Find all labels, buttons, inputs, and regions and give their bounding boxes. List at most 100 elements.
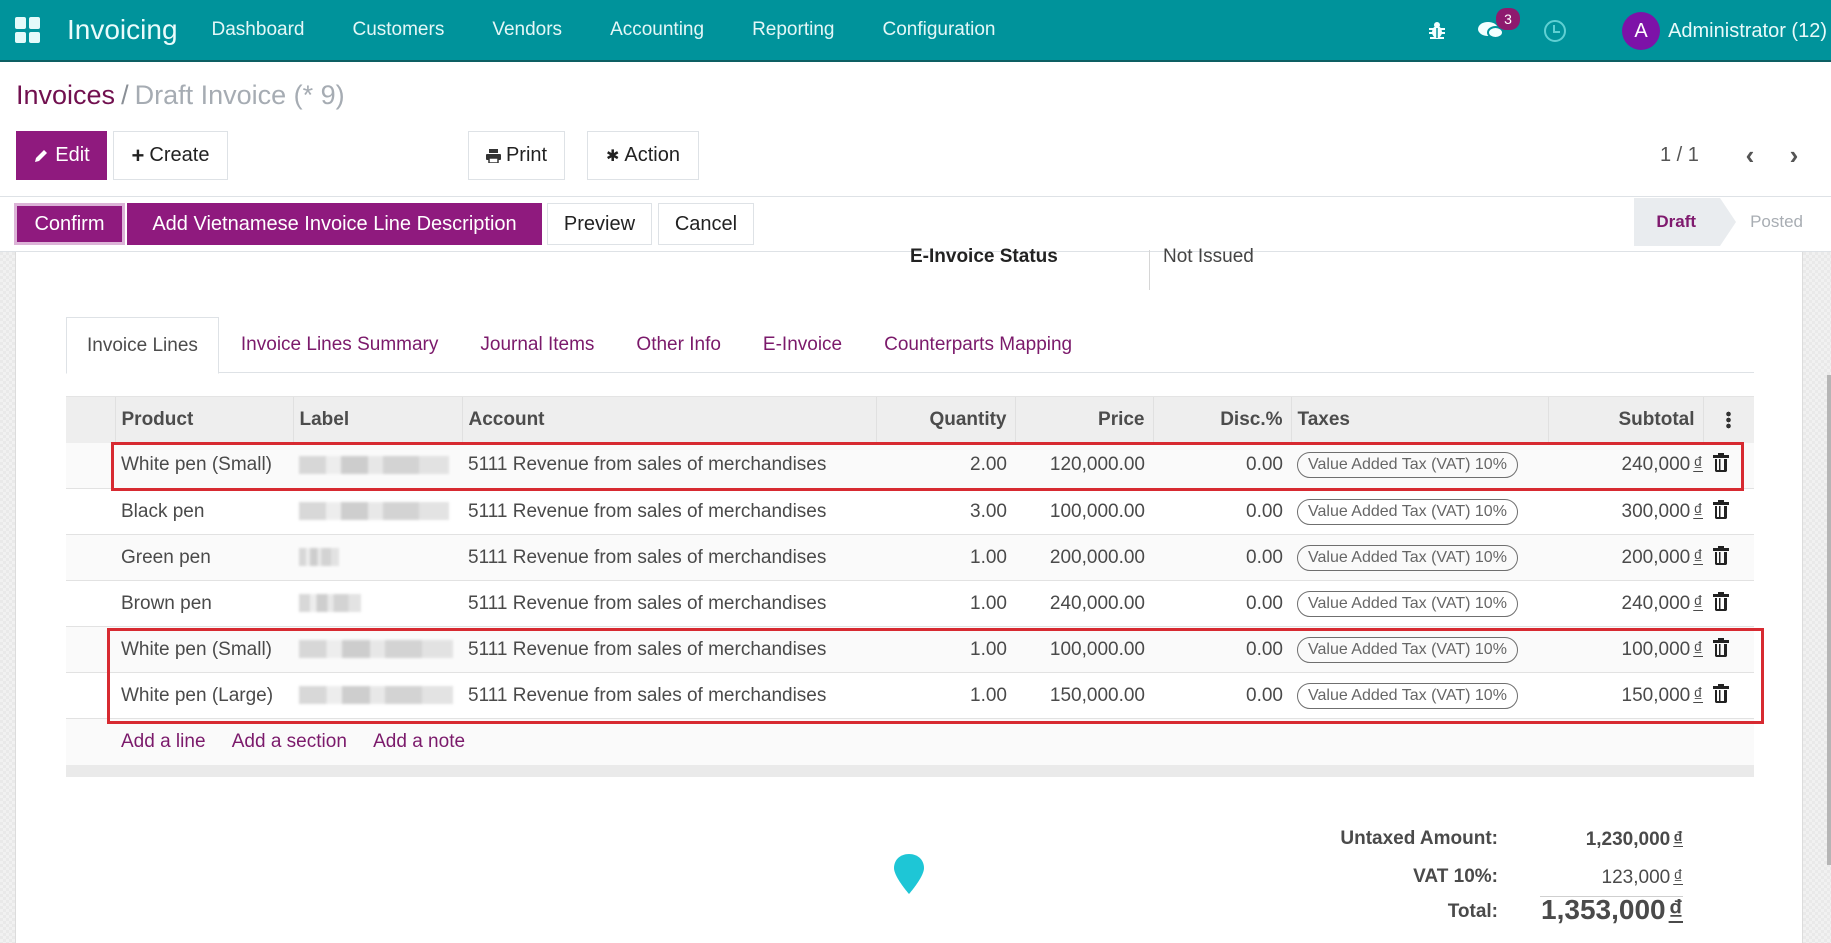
label-cell[interactable] [293, 442, 462, 489]
product-cell[interactable]: White pen (Small) [115, 442, 293, 489]
add-note-link[interactable]: Add a note [373, 731, 465, 752]
create-button[interactable]: + Create [113, 131, 228, 180]
discount-cell[interactable]: 0.00 [1153, 626, 1291, 673]
status-step-posted[interactable]: Posted [1720, 198, 1825, 246]
trash-icon[interactable] [1713, 499, 1729, 519]
trash-icon[interactable] [1713, 683, 1729, 703]
header-quantity[interactable]: Quantity [875, 396, 1015, 443]
trash-icon[interactable] [1713, 453, 1729, 473]
product-cell[interactable]: Green pen [115, 534, 293, 581]
invoice-line-row[interactable]: Green pen 5111 Revenue from sales of merc… [66, 534, 1754, 581]
header-account[interactable]: Account [461, 396, 876, 443]
discount-cell[interactable]: 0.00 [1153, 672, 1291, 719]
account-cell[interactable]: 5111 Revenue from sales of merchandises [462, 488, 876, 535]
tax-tag[interactable]: Value Added Tax (VAT) 10% [1297, 452, 1518, 479]
menu-reporting[interactable]: Reporting [752, 19, 834, 41]
cancel-button[interactable]: Cancel [658, 203, 754, 245]
add-vietnamese-description-button[interactable]: Add Vietnamese Invoice Line Description [127, 203, 542, 245]
price-cell[interactable]: 240,000.00 [1015, 580, 1153, 627]
invoice-line-row[interactable]: White pen (Small) 5111 Revenue from sales… [66, 626, 1754, 673]
account-cell[interactable]: 5111 Revenue from sales of merchandises [462, 442, 876, 489]
edit-button[interactable]: Edit [16, 131, 107, 180]
delete-cell[interactable] [1703, 580, 1754, 627]
chat-icon[interactable]: 3 [1478, 8, 1521, 42]
tax-tag[interactable]: Value Added Tax (VAT) 10% [1297, 590, 1518, 617]
header-price[interactable]: Price [1014, 396, 1153, 443]
taxes-cell[interactable]: Value Added Tax (VAT) 10% [1291, 488, 1548, 535]
account-cell[interactable]: 5111 Revenue from sales of merchandises [462, 580, 876, 627]
taxes-cell[interactable]: Value Added Tax (VAT) 10% [1291, 580, 1548, 627]
label-cell[interactable] [293, 672, 462, 719]
discount-cell[interactable]: 0.00 [1153, 534, 1291, 581]
pager-next-icon[interactable]: › [1782, 140, 1806, 170]
menu-vendors[interactable]: Vendors [492, 19, 562, 41]
product-cell[interactable]: Black pen [115, 488, 293, 535]
invoice-line-row[interactable]: Black pen 5111 Revenue from sales of merc… [66, 488, 1754, 535]
quantity-cell[interactable]: 2.00 [876, 442, 1015, 489]
product-cell[interactable]: White pen (Small) [115, 626, 293, 673]
trash-icon[interactable] [1713, 637, 1729, 657]
menu-dashboard[interactable]: Dashboard [212, 19, 305, 41]
menu-customers[interactable]: Customers [352, 19, 444, 41]
page-scrollbar[interactable] [1827, 375, 1831, 865]
price-cell[interactable]: 100,000.00 [1015, 626, 1153, 673]
delete-cell[interactable] [1703, 442, 1754, 489]
label-cell[interactable] [293, 580, 462, 627]
tab-other-info[interactable]: Other Info [616, 317, 741, 373]
product-cell[interactable]: Brown pen [115, 580, 293, 627]
add-section-link[interactable]: Add a section [232, 731, 347, 752]
price-cell[interactable]: 150,000.00 [1015, 672, 1153, 719]
quantity-cell[interactable]: 1.00 [876, 534, 1015, 581]
discount-cell[interactable]: 0.00 [1153, 488, 1291, 535]
pager-value[interactable]: 1 / 1 [1660, 144, 1699, 167]
apps-menu-icon[interactable] [15, 17, 41, 43]
label-cell[interactable] [293, 626, 462, 673]
tab-invoice-lines[interactable]: Invoice Lines [66, 317, 219, 374]
user-menu[interactable]: Administrator (12) [1668, 20, 1827, 43]
quantity-cell[interactable]: 1.00 [876, 626, 1015, 673]
tab-counterparts-mapping[interactable]: Counterparts Mapping [864, 317, 1092, 373]
delete-cell[interactable] [1703, 672, 1754, 719]
product-cell[interactable]: White pen (Large) [115, 672, 293, 719]
pager-previous-icon[interactable]: ‹ [1738, 140, 1762, 170]
tax-tag[interactable]: Value Added Tax (VAT) 10% [1297, 682, 1518, 709]
print-button[interactable]: Print [468, 131, 565, 180]
taxes-cell[interactable]: Value Added Tax (VAT) 10% [1291, 442, 1548, 489]
quantity-cell[interactable]: 3.00 [876, 488, 1015, 535]
header-taxes[interactable]: Taxes [1290, 396, 1548, 443]
price-cell[interactable]: 120,000.00 [1015, 442, 1153, 489]
header-product[interactable]: Product [114, 396, 293, 443]
header-label[interactable]: Label [292, 396, 462, 443]
menu-accounting[interactable]: Accounting [610, 19, 704, 41]
action-button[interactable]: ✱ Action [587, 131, 699, 180]
tab-journal-items[interactable]: Journal Items [460, 317, 614, 373]
tax-tag[interactable]: Value Added Tax (VAT) 10% [1297, 636, 1518, 663]
quantity-cell[interactable]: 1.00 [876, 580, 1015, 627]
tab-invoice-lines-summary[interactable]: Invoice Lines Summary [221, 317, 458, 373]
confirm-button[interactable]: Confirm [14, 203, 125, 245]
add-line-link[interactable]: Add a line [121, 731, 206, 752]
bug-icon[interactable] [1426, 20, 1448, 42]
header-discount[interactable]: Disc.% [1152, 396, 1291, 443]
header-optional-columns[interactable] [1702, 396, 1754, 443]
tab-e-invoice[interactable]: E-Invoice [743, 317, 862, 373]
discount-cell[interactable]: 0.00 [1153, 580, 1291, 627]
price-cell[interactable]: 200,000.00 [1015, 534, 1153, 581]
delete-cell[interactable] [1703, 534, 1754, 581]
label-cell[interactable] [293, 534, 462, 581]
menu-configuration[interactable]: Configuration [882, 19, 995, 41]
delete-cell[interactable] [1703, 488, 1754, 535]
invoice-line-row[interactable]: White pen (Large) 5111 Revenue from sales… [66, 672, 1754, 719]
discount-cell[interactable]: 0.00 [1153, 442, 1291, 489]
taxes-cell[interactable]: Value Added Tax (VAT) 10% [1291, 534, 1548, 581]
trash-icon[interactable] [1713, 591, 1729, 611]
account-cell[interactable]: 5111 Revenue from sales of merchandises [462, 672, 876, 719]
tax-tag[interactable]: Value Added Tax (VAT) 10% [1297, 498, 1518, 525]
account-cell[interactable]: 5111 Revenue from sales of merchandises [462, 534, 876, 581]
tax-tag[interactable]: Value Added Tax (VAT) 10% [1297, 544, 1518, 571]
header-subtotal[interactable]: Subtotal [1547, 396, 1703, 443]
taxes-cell[interactable]: Value Added Tax (VAT) 10% [1291, 626, 1548, 673]
preview-button[interactable]: Preview [547, 203, 652, 245]
kebab-menu-icon[interactable] [1726, 410, 1732, 429]
quantity-cell[interactable]: 1.00 [876, 672, 1015, 719]
